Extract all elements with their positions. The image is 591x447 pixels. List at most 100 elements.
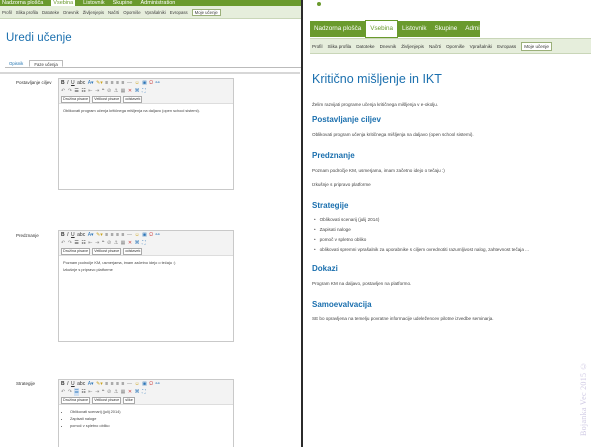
strikethrough-icon[interactable]: abc xyxy=(77,231,85,239)
html-icon[interactable]: ⌘ xyxy=(135,388,140,396)
justify-icon[interactable]: ≡ xyxy=(122,231,125,239)
subnav-profile[interactable]: Profil xyxy=(2,10,12,15)
justify-icon[interactable]: ≡ xyxy=(122,380,125,388)
undo-icon[interactable]: ↶ xyxy=(61,87,65,95)
subnav-notes[interactable]: Oporniše xyxy=(446,44,465,49)
align-left-icon[interactable]: ≡ xyxy=(105,79,108,87)
align-center-icon[interactable]: ≡ xyxy=(111,231,114,239)
subnav-my-learning[interactable]: Moje učenje xyxy=(191,8,221,16)
highlight-icon[interactable]: ✎▾ xyxy=(96,231,103,239)
subnav-notes[interactable]: Oporniše xyxy=(123,10,140,15)
numbered-list-icon[interactable]: ☷ xyxy=(81,87,85,95)
bullet-list-icon[interactable]: ☰ xyxy=(74,388,79,396)
bold-icon[interactable]: B xyxy=(61,231,65,239)
subnav-resume[interactable]: Življenjepis xyxy=(83,10,104,15)
cleanup-icon[interactable]: ✕ xyxy=(128,239,132,247)
subnav-europass[interactable]: Evropass xyxy=(497,44,516,49)
subnav-profile-picture[interactable]: Slika profila xyxy=(16,10,38,15)
justify-icon[interactable]: ≡ xyxy=(122,79,125,87)
special-char-icon[interactable]: Ω xyxy=(149,231,153,239)
tab-learning-phases[interactable]: Faze učenja xyxy=(29,60,63,67)
nav-administration[interactable]: Administration xyxy=(461,21,509,37)
anchor-icon[interactable]: ⚓ xyxy=(114,239,118,247)
font-family-select[interactable]: Družina pisave xyxy=(61,95,91,103)
subnav-files[interactable]: Datoteke xyxy=(356,44,374,49)
align-right-icon[interactable]: ≡ xyxy=(116,380,119,388)
strikethrough-icon[interactable]: abc xyxy=(77,380,85,388)
redo-icon[interactable]: ↷ xyxy=(68,388,72,396)
redo-icon[interactable]: ↷ xyxy=(68,239,72,247)
underline-icon[interactable]: U xyxy=(71,79,75,87)
table-icon[interactable]: ▦ xyxy=(121,388,126,396)
fullscreen-icon[interactable]: ⛶ xyxy=(142,239,146,247)
strikethrough-icon[interactable]: abc xyxy=(77,79,85,87)
font-color-icon[interactable]: A▾ xyxy=(88,380,94,388)
nav-portfolio[interactable]: Listovnik xyxy=(398,21,431,37)
prior-knowledge-editor[interactable]: B I U abc A▾ ✎▾ ≡ ≡ ≡ ≡ — ☺ ▣ Ω ⚯ ↶ ↷ ☰ … xyxy=(58,230,234,342)
special-char-icon[interactable]: Ω xyxy=(149,79,153,87)
anchor-icon[interactable]: ⚓ xyxy=(114,87,118,95)
tab-overview[interactable]: Opisnik xyxy=(5,60,27,67)
subnav-profile[interactable]: Profil xyxy=(312,44,322,49)
goals-editor-body[interactable]: Oblikovati program učenja kritičnega miš… xyxy=(59,103,233,117)
subnav-files[interactable]: Datoteke xyxy=(42,10,59,15)
undo-icon[interactable]: ↶ xyxy=(61,239,65,247)
subnav-plans[interactable]: Načrti xyxy=(108,10,119,15)
hr-icon[interactable]: — xyxy=(127,380,132,388)
align-left-icon[interactable]: ≡ xyxy=(105,380,108,388)
redo-icon[interactable]: ↷ xyxy=(68,87,72,95)
image-icon[interactable]: ▣ xyxy=(142,231,147,239)
undo-icon[interactable]: ↶ xyxy=(61,388,65,396)
table-icon[interactable]: ▦ xyxy=(121,87,126,95)
numbered-list-icon[interactable]: ☷ xyxy=(81,239,85,247)
paragraph-select[interactable]: odstavek xyxy=(123,247,143,255)
subnav-europass[interactable]: Evropass xyxy=(170,10,188,15)
subnav-resume[interactable]: Življenjepis xyxy=(401,44,424,49)
outdent-icon[interactable]: ⇤ xyxy=(88,239,92,247)
emoticon-icon[interactable]: ☺ xyxy=(134,380,139,388)
special-char-icon[interactable]: Ω xyxy=(149,380,153,388)
hr-icon[interactable]: — xyxy=(127,79,132,87)
font-size-select[interactable]: Velikost pisave xyxy=(92,396,122,404)
html-icon[interactable]: ⌘ xyxy=(135,87,140,95)
unlink-icon[interactable]: ⊘ xyxy=(107,87,111,95)
font-family-select[interactable]: Družina pisave xyxy=(61,396,91,404)
subnav-journal[interactable]: Dnevnik xyxy=(380,44,397,49)
font-color-icon[interactable]: A▾ xyxy=(88,79,94,87)
unlink-icon[interactable]: ⊘ xyxy=(107,388,111,396)
underline-icon[interactable]: U xyxy=(71,380,75,388)
outdent-icon[interactable]: ⇤ xyxy=(88,87,92,95)
nav-groups[interactable]: Skupine xyxy=(431,21,462,37)
cleanup-icon[interactable]: ✕ xyxy=(128,87,132,95)
subnav-plans[interactable]: Načrti xyxy=(429,44,441,49)
unlink-icon[interactable]: ⊘ xyxy=(107,239,111,247)
bold-icon[interactable]: B xyxy=(61,380,65,388)
hr-icon[interactable]: — xyxy=(127,231,132,239)
align-center-icon[interactable]: ≡ xyxy=(111,79,114,87)
subnav-my-learning[interactable]: Moje učenje xyxy=(521,41,552,51)
italic-icon[interactable]: I xyxy=(67,79,68,87)
align-left-icon[interactable]: ≡ xyxy=(105,231,108,239)
emoticon-icon[interactable]: ☺ xyxy=(134,231,139,239)
indent-icon[interactable]: ⇥ xyxy=(95,87,99,95)
numbered-list-icon[interactable]: ☷ xyxy=(81,388,85,396)
bold-icon[interactable]: B xyxy=(61,79,65,87)
font-family-select[interactable]: Družina pisave xyxy=(61,247,91,255)
font-size-select[interactable]: Velikost pisave xyxy=(92,95,122,103)
nav-dashboard[interactable]: Nadzorna plošča xyxy=(310,21,365,37)
nav-dashboard[interactable]: Nadzorna plošča xyxy=(2,0,43,6)
goals-editor[interactable]: B I U abc A▾ ✎▾ ≡ ≡ ≡ ≡ — ☺ ▣ Ω ⚯ ↶ ↷ ☰ … xyxy=(58,78,234,190)
subnav-journal[interactable]: Dnevnik xyxy=(63,10,79,15)
link-icon[interactable]: ⚯ xyxy=(156,380,160,388)
bullet-list-icon[interactable]: ☰ xyxy=(74,87,78,95)
paragraph-select[interactable]: odstavek xyxy=(123,95,143,103)
italic-icon[interactable]: I xyxy=(67,231,68,239)
align-right-icon[interactable]: ≡ xyxy=(116,231,119,239)
font-size-select[interactable]: Velikost pisave xyxy=(92,247,122,255)
align-center-icon[interactable]: ≡ xyxy=(111,380,114,388)
quote-icon[interactable]: ❝ xyxy=(102,87,105,95)
fullscreen-icon[interactable]: ⛶ xyxy=(142,388,146,396)
strategies-editor[interactable]: B I U abc A▾ ✎▾ ≡ ≡ ≡ ≡ — ☺ ▣ Ω ⚯ ↶ ↷ ☰ … xyxy=(58,379,234,447)
quote-icon[interactable]: ❝ xyxy=(102,239,105,247)
indent-icon[interactable]: ⇥ xyxy=(95,388,99,396)
